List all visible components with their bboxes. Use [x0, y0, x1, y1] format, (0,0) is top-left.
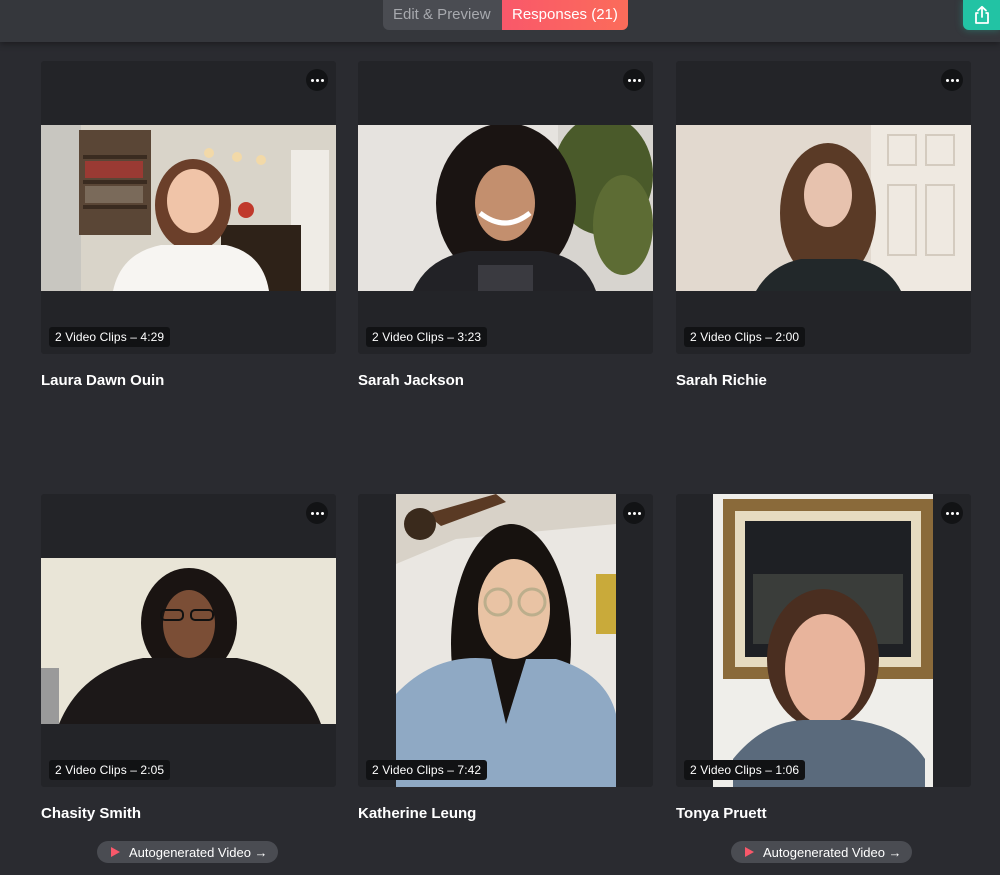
dot-icon	[320, 511, 324, 515]
video-thumbnail[interactable]: 2 Video Clips – 4:29	[41, 61, 336, 354]
video-frame-image	[41, 125, 336, 291]
dot-icon	[632, 511, 636, 515]
respondent-name[interactable]: Tonya Pruett	[676, 805, 767, 822]
dot-icon	[955, 78, 959, 82]
dot-icon	[320, 78, 324, 82]
dot-icon	[945, 511, 949, 515]
clip-count-badge: 2 Video Clips – 3:23	[366, 327, 488, 347]
clip-count-badge: 2 Video Clips – 4:29	[49, 327, 171, 347]
clip-count-badge: 2 Video Clips – 2:05	[49, 760, 171, 780]
view-tabs: Edit & Preview Responses (21)	[383, 0, 628, 30]
share-button[interactable]	[963, 0, 1000, 30]
tab-edit-preview[interactable]: Edit & Preview	[383, 0, 502, 30]
dot-icon	[627, 78, 631, 82]
play-icon	[745, 847, 754, 857]
video-frame-image	[676, 125, 971, 291]
video-thumbnail[interactable]: 2 Video Clips – 7:42	[358, 494, 653, 787]
respondent-name[interactable]: Katherine Leung	[358, 805, 476, 822]
video-thumbnail[interactable]: 2 Video Clips – 1:06	[676, 494, 971, 787]
autogenerated-video-label: Autogenerated Video →	[129, 844, 268, 860]
more-options-button[interactable]	[941, 69, 963, 91]
video-thumbnail[interactable]: 2 Video Clips – 3:23	[358, 61, 653, 354]
video-frame-image	[396, 494, 616, 787]
dot-icon	[627, 511, 631, 515]
more-options-button[interactable]	[306, 69, 328, 91]
respondent-name[interactable]: Sarah Richie	[676, 372, 767, 389]
dot-icon	[955, 511, 959, 515]
dot-icon	[637, 78, 641, 82]
top-bar: Edit & Preview Responses (21)	[0, 0, 1000, 42]
dot-icon	[310, 78, 314, 82]
dot-icon	[950, 78, 954, 82]
response-card[interactable]: 2 Video Clips – 1:06 Tonya Pruett Autoge…	[676, 494, 971, 863]
share-upload-icon	[974, 5, 989, 24]
autogenerated-video-button[interactable]: Autogenerated Video →	[97, 841, 278, 863]
more-options-button[interactable]	[623, 502, 645, 524]
response-card[interactable]: 2 Video Clips – 4:29 Laura Dawn Ouin	[41, 61, 336, 389]
dot-icon	[315, 78, 319, 82]
autogenerated-video-button[interactable]: Autogenerated Video →	[731, 841, 912, 863]
dot-icon	[310, 511, 314, 515]
video-frame-image	[713, 494, 933, 787]
video-thumbnail[interactable]: 2 Video Clips – 2:00	[676, 61, 971, 354]
respondent-name[interactable]: Sarah Jackson	[358, 372, 464, 389]
clip-count-badge: 2 Video Clips – 1:06	[684, 760, 806, 780]
more-options-button[interactable]	[941, 502, 963, 524]
response-card[interactable]: 2 Video Clips – 2:05 Chasity Smith Autog…	[41, 494, 336, 863]
response-card[interactable]: 2 Video Clips – 2:00 Sarah Richie	[676, 61, 971, 389]
more-options-button[interactable]	[623, 69, 645, 91]
response-card[interactable]: 2 Video Clips – 3:23 Sarah Jackson	[358, 61, 653, 389]
video-thumbnail[interactable]: 2 Video Clips – 2:05	[41, 494, 336, 787]
video-frame-image	[41, 558, 336, 724]
more-options-button[interactable]	[306, 502, 328, 524]
dot-icon	[315, 511, 319, 515]
video-frame-image	[358, 125, 653, 291]
autogenerated-video-label: Autogenerated Video →	[763, 844, 902, 860]
dot-icon	[637, 511, 641, 515]
dot-icon	[632, 78, 636, 82]
play-icon	[111, 847, 120, 857]
clip-count-badge: 2 Video Clips – 7:42	[366, 760, 488, 780]
response-card[interactable]: 2 Video Clips – 7:42 Katherine Leung	[358, 494, 653, 822]
clip-count-badge: 2 Video Clips – 2:00	[684, 327, 806, 347]
dot-icon	[945, 78, 949, 82]
respondent-name[interactable]: Chasity Smith	[41, 805, 141, 822]
dot-icon	[950, 511, 954, 515]
respondent-name[interactable]: Laura Dawn Ouin	[41, 372, 164, 389]
tab-responses[interactable]: Responses (21)	[502, 0, 628, 30]
